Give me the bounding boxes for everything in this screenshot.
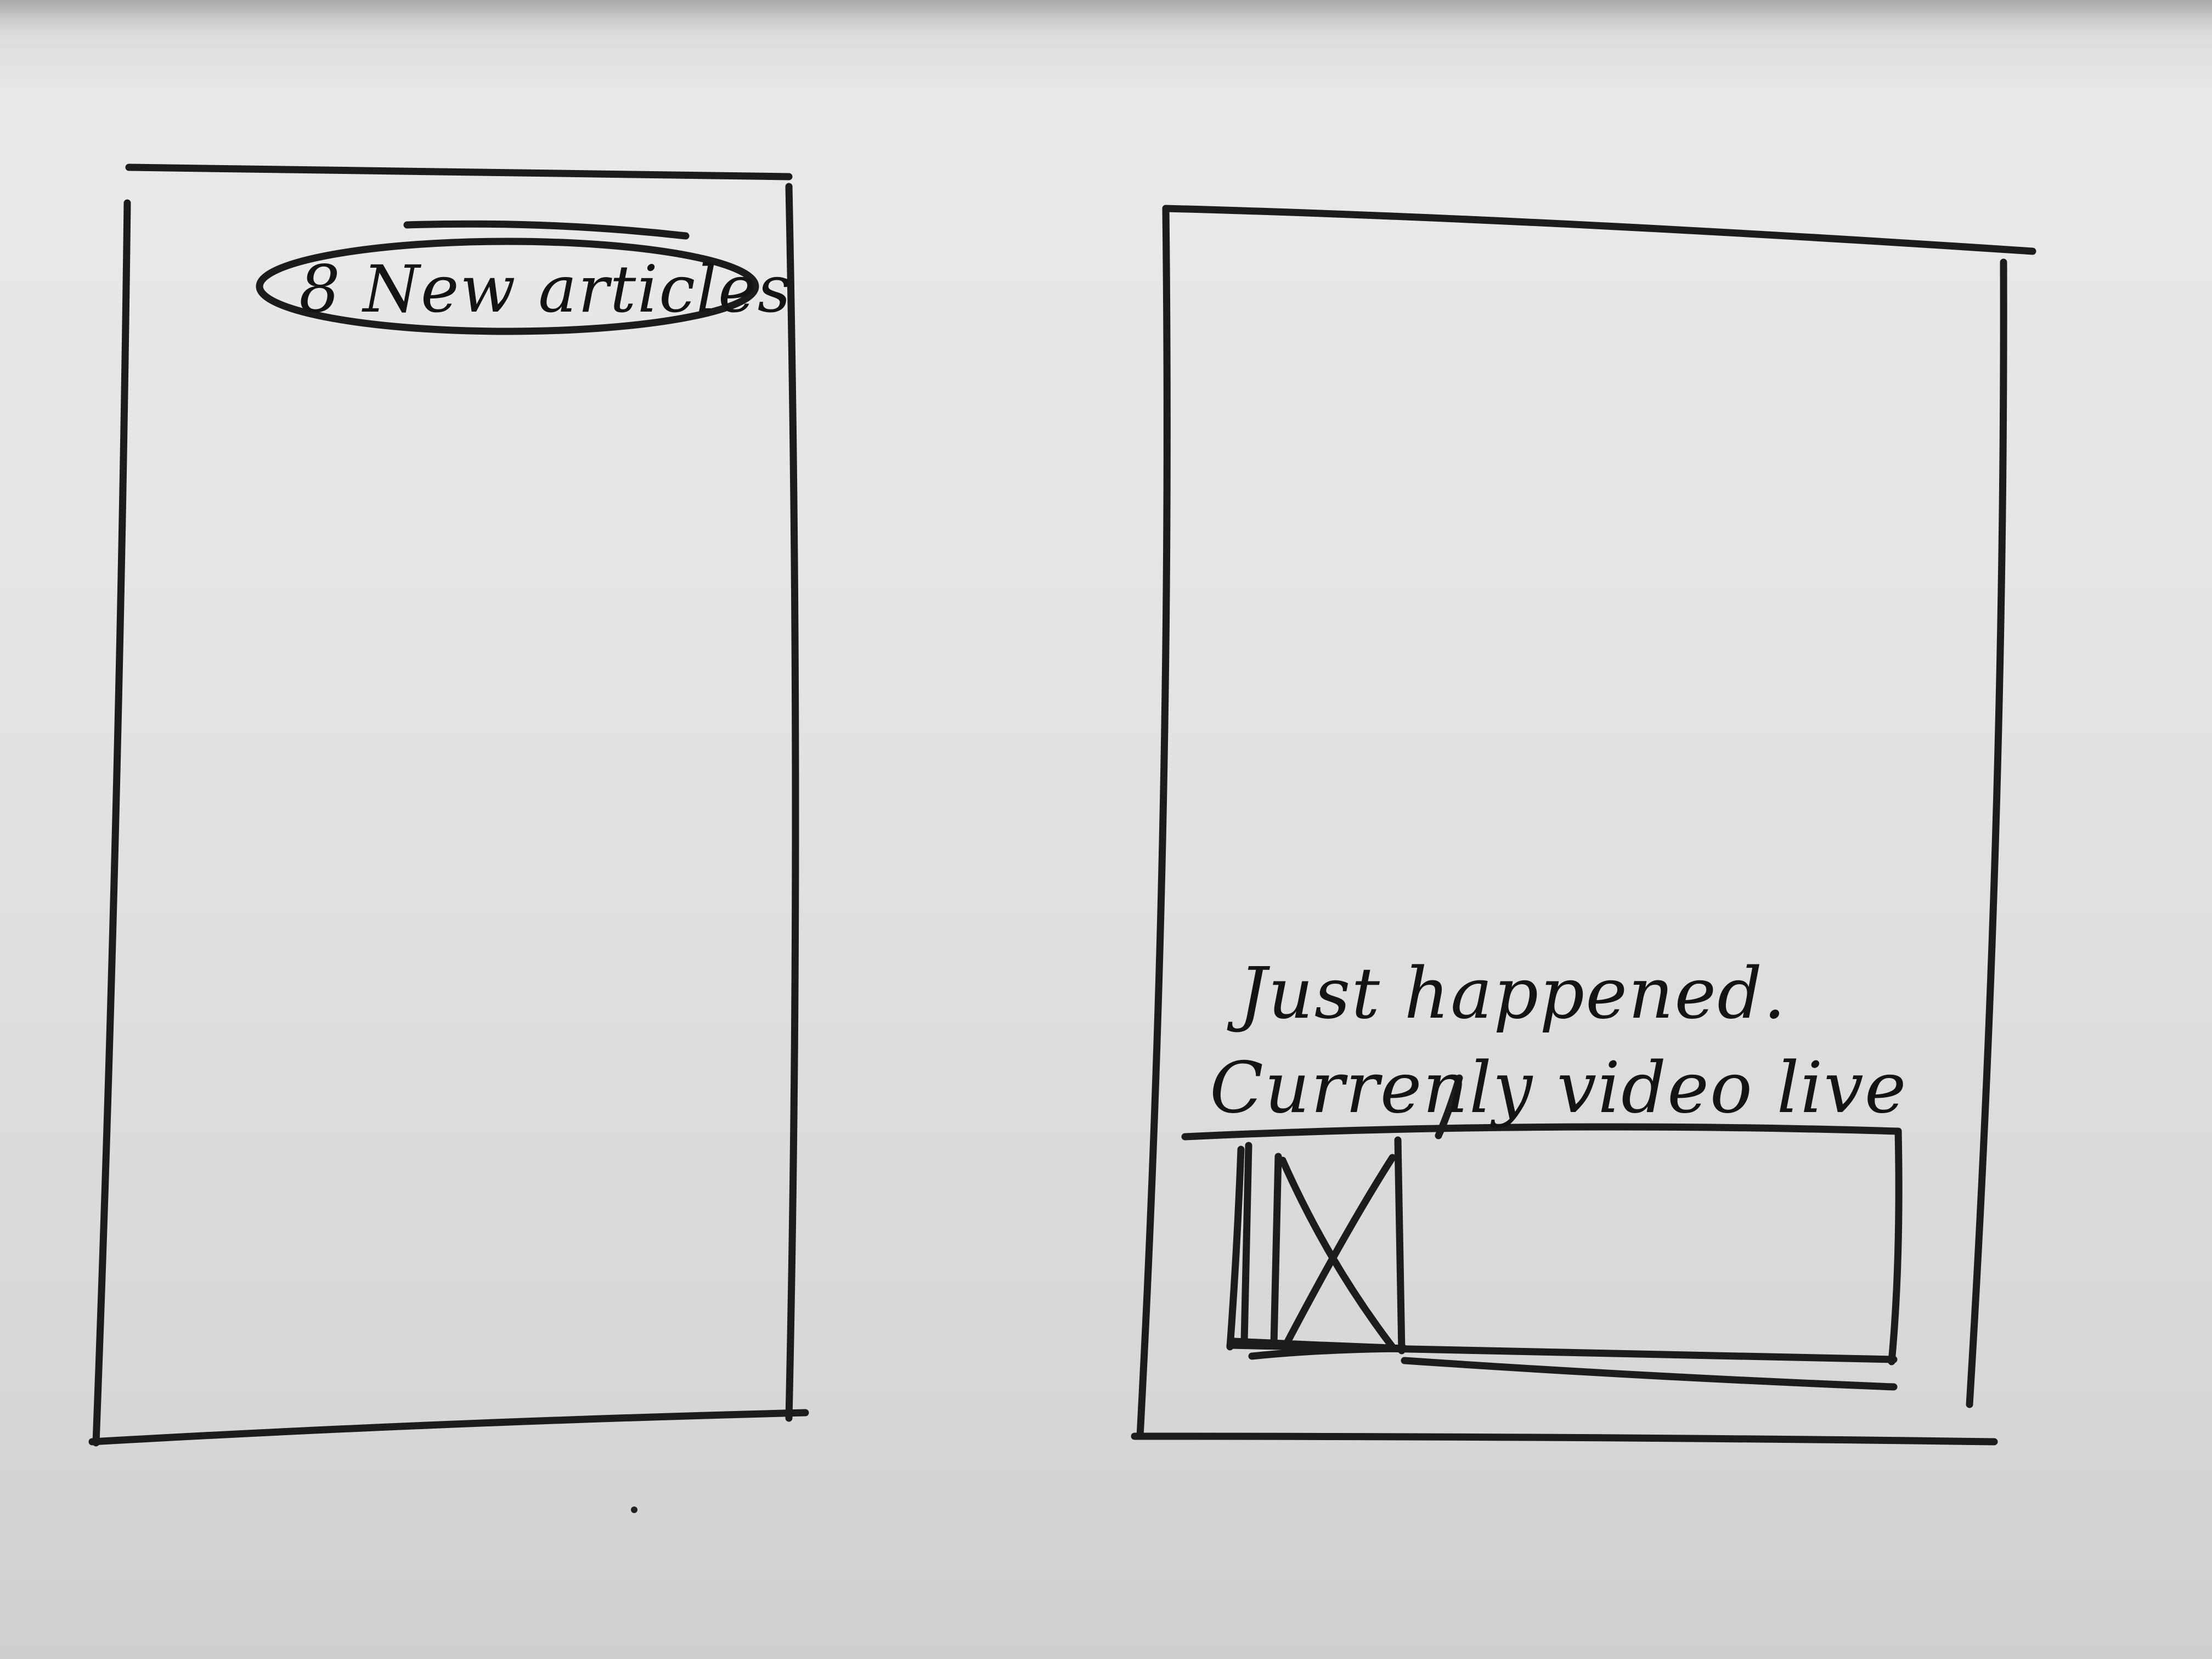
- left-phone-frame: [88, 163, 809, 1447]
- image-placeholder-x-icon: [1231, 1136, 1408, 1360]
- card-bottom-2: [1401, 1357, 1898, 1391]
- live-notice-line2: Currenly video live: [1210, 1047, 1908, 1129]
- live-video-card[interactable]: [1181, 1123, 1903, 1391]
- right-frame-top: [1162, 205, 2036, 255]
- new-articles-label[interactable]: 8 New articles: [299, 257, 792, 321]
- live-notice-line1: Just happened.: [1239, 953, 1787, 1035]
- card-left: [1226, 1146, 1245, 1351]
- paper-speck: [631, 1506, 637, 1513]
- left-frame-bottom: [88, 1409, 809, 1446]
- card-right: [1888, 1127, 1903, 1365]
- pill-top-stroke: [403, 220, 690, 240]
- left-frame-top: [125, 163, 793, 180]
- left-frame-right: [785, 183, 799, 1422]
- right-frame-left: [1136, 205, 1171, 1440]
- sketch-canvas: [88, 163, 2036, 1447]
- left-frame-left: [92, 199, 131, 1447]
- right-frame-right: [1966, 258, 2007, 1408]
- right-frame-bottom: [1131, 1432, 1998, 1446]
